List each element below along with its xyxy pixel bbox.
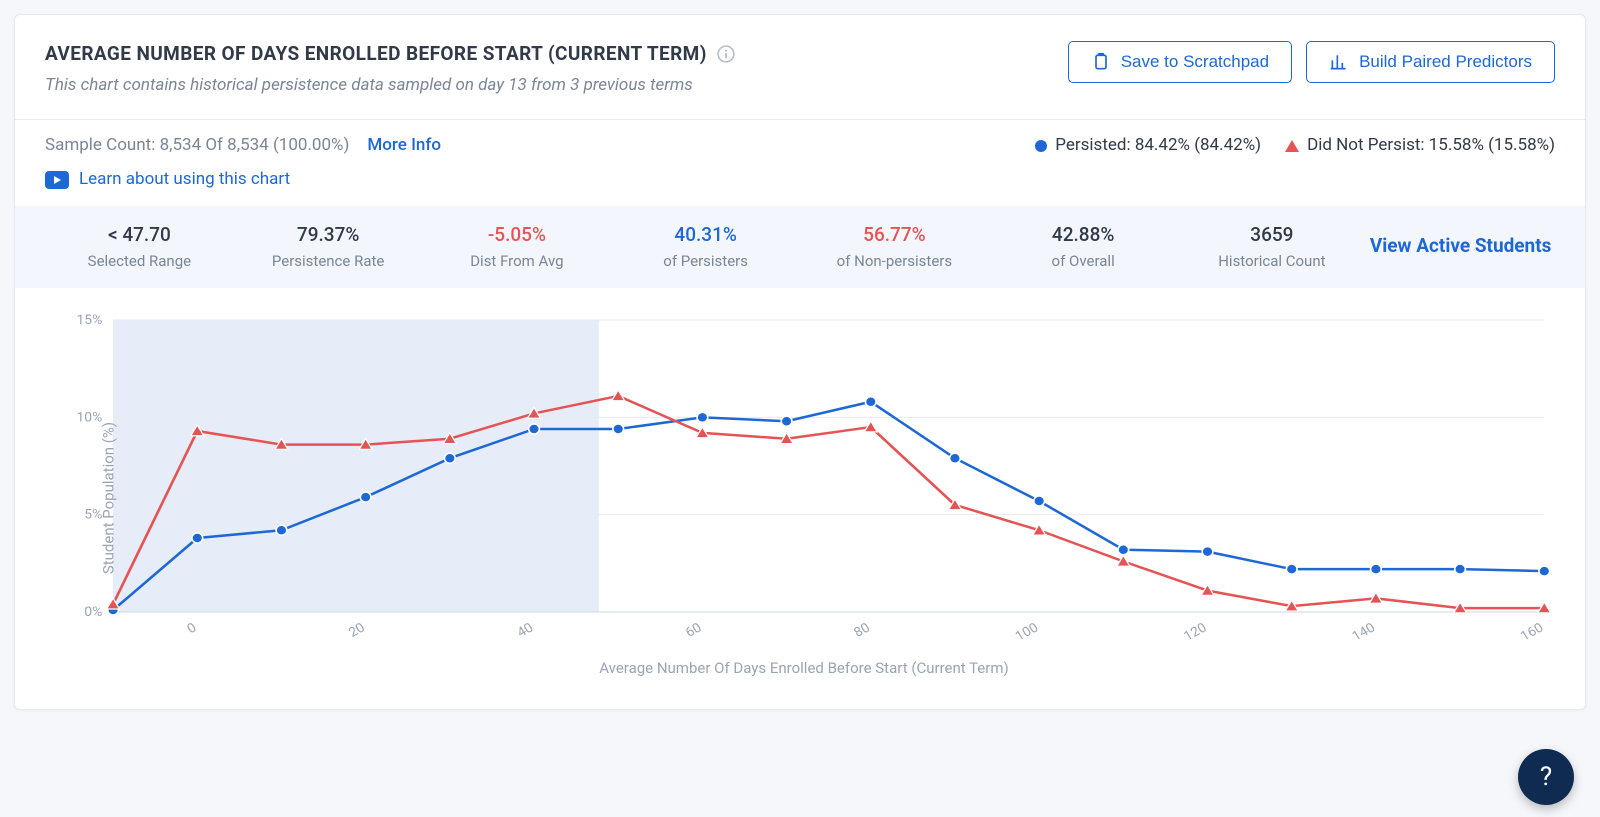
svg-text:60: 60 xyxy=(683,620,705,641)
learn-row: Learn about using this chart xyxy=(15,164,1585,206)
chart-area: Student Population (%) 0%5%10%15%0204060… xyxy=(15,288,1585,709)
stat-of-overall: 42.88%of Overall xyxy=(989,222,1178,272)
help-button[interactable]: ? xyxy=(1518,749,1574,805)
bar-chart-icon xyxy=(1329,52,1349,72)
play-icon[interactable] xyxy=(45,171,69,189)
triangle-marker-icon xyxy=(1285,140,1299,152)
svg-text:80: 80 xyxy=(851,620,873,641)
svg-text:140: 140 xyxy=(1349,620,1378,642)
stat-selected-range: < 47.70Selected Range xyxy=(45,222,234,272)
svg-text:0: 0 xyxy=(184,620,199,637)
clipboard-icon xyxy=(1091,52,1111,72)
header-actions: Save to Scratchpad Build Paired Predicto… xyxy=(1068,41,1555,83)
learn-about-chart-link[interactable]: Learn about using this chart xyxy=(79,168,290,192)
build-paired-predictors-button[interactable]: Build Paired Predictors xyxy=(1306,41,1555,83)
stat-persistence-rate: 79.37%Persistence Rate xyxy=(234,222,423,272)
save-to-scratchpad-button[interactable]: Save to Scratchpad xyxy=(1068,41,1292,83)
y-axis-label: Student Population (%) xyxy=(99,422,120,574)
svg-text:100: 100 xyxy=(1013,620,1042,642)
card-subtitle: This chart contains historical persisten… xyxy=(45,74,1068,98)
card-header: AVERAGE NUMBER OF DAYS ENROLLED BEFORE S… xyxy=(15,15,1585,119)
circle-marker-icon xyxy=(1035,140,1047,152)
svg-text:120: 120 xyxy=(1181,620,1210,642)
legend-persisted: Persisted: 84.42% (84.42%) xyxy=(1035,134,1261,158)
svg-text:15%: 15% xyxy=(76,312,102,327)
sample-legend-row: Sample Count: 8,534 Of 8,534 (100.00%) M… xyxy=(15,120,1585,164)
svg-text:160: 160 xyxy=(1518,620,1547,642)
more-info-link[interactable]: More Info xyxy=(367,134,441,158)
stats-band: < 47.70Selected Range79.37%Persistence R… xyxy=(15,206,1585,288)
header-text: AVERAGE NUMBER OF DAYS ENROLLED BEFORE S… xyxy=(45,41,1068,97)
card-title: AVERAGE NUMBER OF DAYS ENROLLED BEFORE S… xyxy=(45,41,707,68)
stat-historical-count: 3659Historical Count xyxy=(1178,222,1367,272)
legend-did-not-persist: Did Not Persist: 15.58% (15.58%) xyxy=(1285,134,1555,158)
svg-text:20: 20 xyxy=(346,620,368,641)
info-icon[interactable] xyxy=(717,45,735,63)
svg-text:40: 40 xyxy=(514,620,536,641)
sample-count-text: Sample Count: 8,534 Of 8,534 (100.00%) xyxy=(45,134,349,158)
x-axis-label: Average Number Of Days Enrolled Before S… xyxy=(53,658,1555,679)
stat-dist-from-avg: -5.05%Dist From Avg xyxy=(423,222,612,272)
svg-text:0%: 0% xyxy=(84,604,102,619)
legend: Persisted: 84.42% (84.42%) Did Not Persi… xyxy=(1035,134,1555,158)
chart-card: AVERAGE NUMBER OF DAYS ENROLLED BEFORE S… xyxy=(14,14,1586,710)
view-active-students-link[interactable]: View Active Students xyxy=(1366,233,1555,260)
stat-of-persisters: 40.31%of Persisters xyxy=(611,222,800,272)
stat-of-non-persisters: 56.77%of Non-persisters xyxy=(800,222,989,272)
line-chart[interactable]: 0%5%10%15%020406080100120140160 xyxy=(53,312,1555,642)
